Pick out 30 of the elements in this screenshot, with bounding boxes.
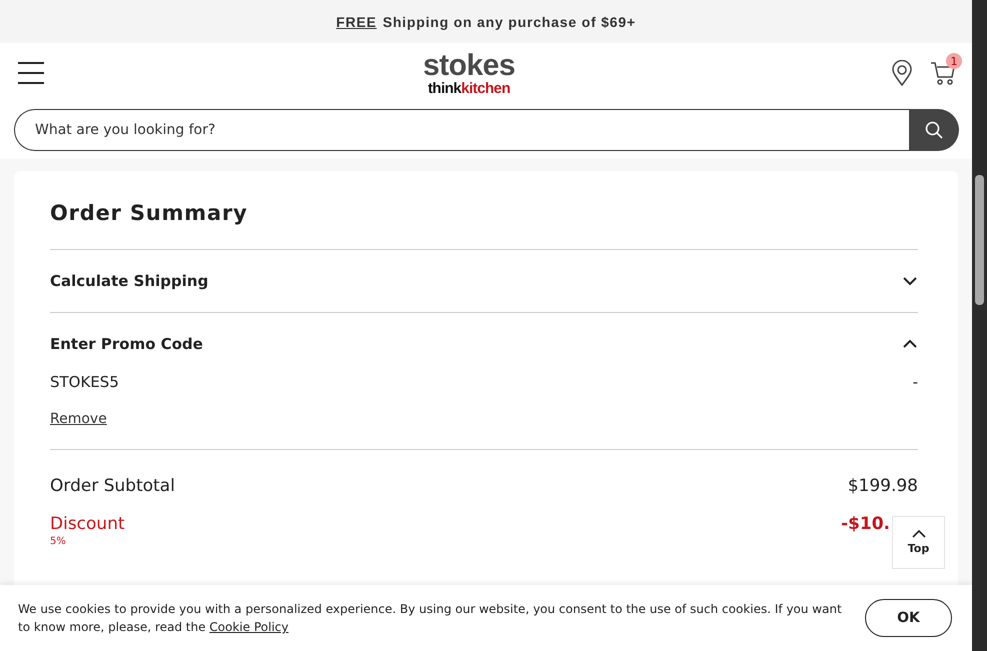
promo-code: STOKES5 xyxy=(50,373,119,391)
logo-sub-text: think xyxy=(428,80,462,96)
cookie-message: We use cookies to provide you with a personalized experience. By using our website, you consent to the use of such cookies. If you want to know more, please, read the Cookie Policy xyxy=(18,601,843,636)
free-label: FREE xyxy=(336,14,377,30)
chevron-down-icon xyxy=(902,276,918,286)
shipping-text: Shipping on any purchase of $69+ xyxy=(382,14,636,30)
scrollbar[interactable] xyxy=(972,0,987,651)
accordion-header[interactable]: Calculate Shipping xyxy=(50,272,918,290)
subtotal-amount: $199.98 xyxy=(848,476,918,496)
chevron-up-icon xyxy=(902,339,918,349)
accordion-header[interactable]: Enter Promo Code xyxy=(50,335,918,353)
remove-link[interactable]: Remove xyxy=(50,411,107,427)
discount-percent: 5% xyxy=(50,536,67,547)
chevron-up-icon xyxy=(912,530,926,538)
search-button[interactable] xyxy=(909,109,959,151)
search-icon xyxy=(925,121,943,139)
discount-amount: -$10. xyxy=(841,514,890,534)
cookie-policy-link[interactable]: Cookie Policy xyxy=(209,620,288,634)
section-title: Order Summary xyxy=(50,201,249,225)
back-to-top-button[interactable]: Top xyxy=(892,516,945,569)
search-field[interactable]: What are you looking for? xyxy=(14,109,909,151)
cart-count-badge: 1 xyxy=(946,53,962,69)
subtotal-label: Order Subtotal xyxy=(50,476,175,496)
location-pin-icon[interactable] xyxy=(892,60,912,86)
logo-sub-text-accent: kitchen xyxy=(461,80,510,96)
ok-button[interactable]: OK xyxy=(865,599,952,637)
discount-label: Discount xyxy=(50,514,125,534)
menu-icon[interactable] xyxy=(16,61,46,85)
promo-value: - xyxy=(912,373,918,391)
logo-brand[interactable]: stokes xyxy=(422,50,516,80)
